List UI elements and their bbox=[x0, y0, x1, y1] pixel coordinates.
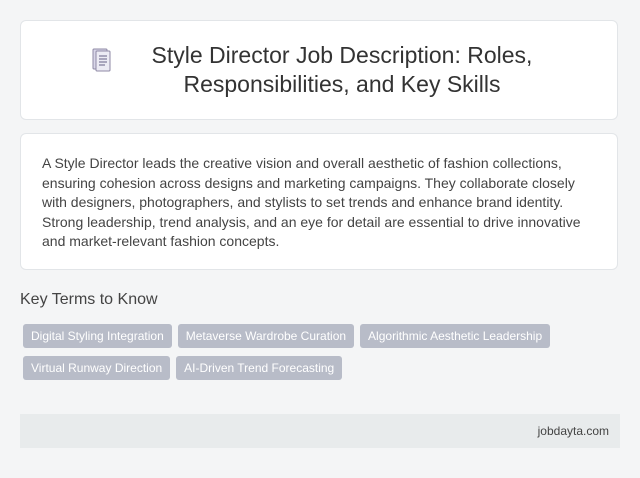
footer: jobdayta.com bbox=[20, 414, 620, 448]
key-term-tag: Digital Styling Integration bbox=[23, 324, 172, 348]
title-card: Style Director Job Description: Roles, R… bbox=[20, 20, 618, 120]
description-card: A Style Director leads the creative visi… bbox=[20, 133, 618, 270]
document-icon bbox=[92, 48, 111, 72]
title-wrap: Style Director Job Description: Roles, R… bbox=[86, 41, 552, 99]
key-terms-heading: Key Terms to Know bbox=[20, 291, 158, 308]
footer-site-link[interactable]: jobdayta.com bbox=[538, 424, 609, 438]
key-term-tag: Algorithmic Aesthetic Leadership bbox=[360, 324, 551, 348]
key-term-tag: Metaverse Wardrobe Curation bbox=[177, 324, 355, 348]
key-term-tag: Virtual Runway Direction bbox=[23, 356, 171, 380]
key-term-tag: AI-Driven Trend Forecasting bbox=[176, 356, 343, 380]
key-terms-list: Digital Styling Integration Metaverse Wa… bbox=[23, 324, 583, 388]
page-title: Style Director Job Description: Roles, R… bbox=[151, 42, 533, 97]
description-text: A Style Director leads the creative visi… bbox=[42, 155, 581, 250]
